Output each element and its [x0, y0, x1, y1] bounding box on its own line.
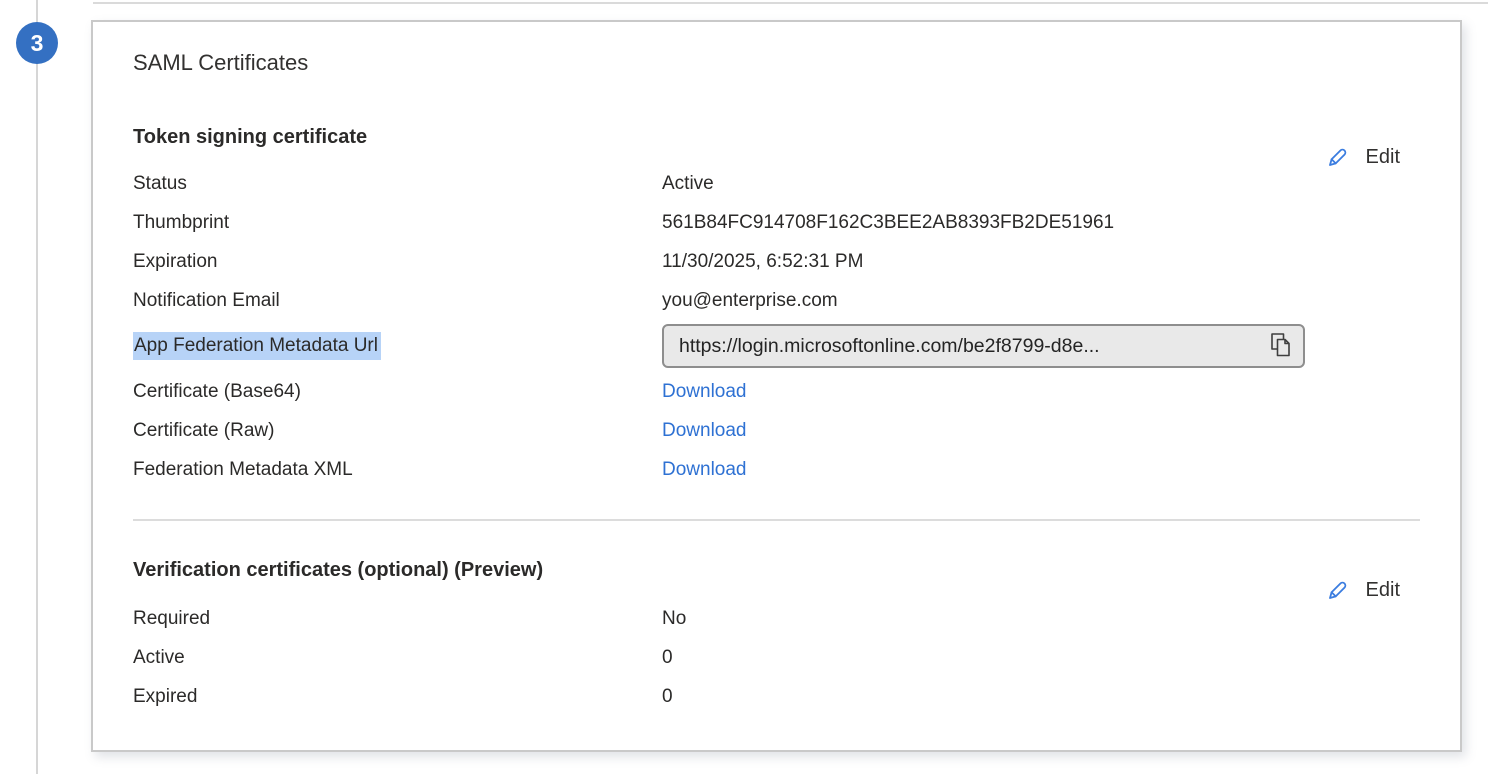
- copy-url-button[interactable]: [1268, 331, 1293, 362]
- pencil-icon: [1323, 143, 1352, 172]
- app-federation-metadata-url-label: App Federation Metadata Url: [133, 335, 662, 357]
- token-signing-certificate-rows: Status Active Thumbprint 561B84FC914708F…: [133, 164, 1420, 489]
- expiration-row: Expiration 11/30/2025, 6:52:31 PM: [133, 242, 1420, 281]
- app-federation-metadata-url-value[interactable]: https://login.microsoftonline.com/be2f87…: [679, 335, 1260, 358]
- notification-email-row: Notification Email you@enterprise.com: [133, 281, 1420, 320]
- required-label: Required: [133, 608, 662, 630]
- active-value: 0: [662, 647, 673, 669]
- certificate-base64-label: Certificate (Base64): [133, 381, 662, 403]
- step-number: 3: [31, 30, 44, 57]
- certificate-raw-download-link[interactable]: Download: [662, 420, 747, 442]
- certificate-base64-row: Certificate (Base64) Download: [133, 372, 1420, 411]
- status-value: Active: [662, 173, 714, 195]
- pencil-icon: [1323, 576, 1352, 605]
- certificate-raw-label: Certificate (Raw): [133, 420, 662, 442]
- notification-email-label: Notification Email: [133, 290, 662, 312]
- token-signing-certificate-heading: Token signing certificate: [133, 124, 1420, 150]
- expiration-value: 11/30/2025, 6:52:31 PM: [662, 251, 863, 273]
- previous-card-bottom-edge: [93, 2, 1488, 4]
- card-title: SAML Certificates: [133, 48, 1420, 78]
- edit-token-signing-certificate-button[interactable]: Edit: [1319, 141, 1404, 174]
- saml-certificates-card: SAML Certificates Token signing certific…: [91, 20, 1462, 752]
- step-number-badge: 3: [16, 22, 58, 64]
- highlighted-label-text: App Federation Metadata Url: [133, 332, 381, 360]
- app-federation-metadata-url-field[interactable]: https://login.microsoftonline.com/be2f87…: [662, 324, 1305, 368]
- status-row: Status Active: [133, 164, 1420, 203]
- federation-metadata-xml-label: Federation Metadata XML: [133, 459, 662, 481]
- expired-value: 0: [662, 686, 673, 708]
- thumbprint-label: Thumbprint: [133, 212, 662, 234]
- verification-certificates-heading: Verification certificates (optional) (Pr…: [133, 557, 1420, 583]
- certificate-base64-download-link[interactable]: Download: [662, 381, 747, 403]
- step-connector-line: [36, 0, 38, 774]
- thumbprint-row: Thumbprint 561B84FC914708F162C3BEE2AB839…: [133, 203, 1420, 242]
- expired-row: Expired 0: [133, 677, 1420, 716]
- federation-metadata-xml-download-link[interactable]: Download: [662, 459, 747, 481]
- status-label: Status: [133, 173, 662, 195]
- required-row: Required No: [133, 599, 1420, 638]
- edit-verification-certificates-button[interactable]: Edit: [1319, 574, 1404, 607]
- notification-email-value: you@enterprise.com: [662, 290, 838, 312]
- certificate-raw-row: Certificate (Raw) Download: [133, 411, 1420, 450]
- federation-metadata-xml-row: Federation Metadata XML Download: [133, 450, 1420, 489]
- edit-button-label: Edit: [1366, 579, 1400, 602]
- section-divider: [133, 519, 1420, 521]
- expiration-label: Expiration: [133, 251, 662, 273]
- edit-button-label: Edit: [1366, 146, 1400, 169]
- active-row: Active 0: [133, 638, 1420, 677]
- app-federation-metadata-url-row: App Federation Metadata Url https://logi…: [133, 320, 1420, 372]
- copy-icon: [1268, 331, 1293, 362]
- thumbprint-value: 561B84FC914708F162C3BEE2AB8393FB2DE51961: [662, 212, 1114, 234]
- expired-label: Expired: [133, 686, 662, 708]
- active-label: Active: [133, 647, 662, 669]
- required-value: No: [662, 608, 686, 630]
- verification-certificates-rows: Required No Active 0 Expired 0: [133, 599, 1420, 716]
